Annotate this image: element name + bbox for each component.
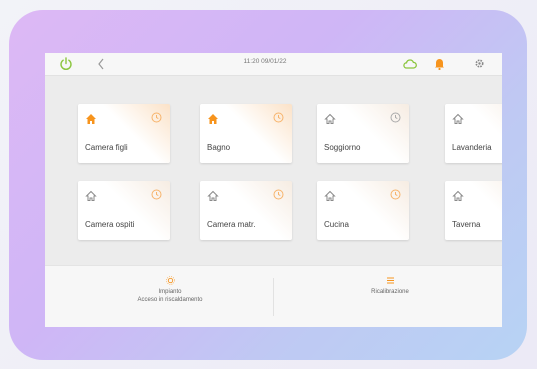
room-card-soggiorno[interactable]: Soggiorno bbox=[317, 104, 409, 163]
clock-icon bbox=[273, 112, 284, 123]
room-card-camera-figli[interactable]: Camera figli bbox=[78, 104, 170, 163]
back-icon[interactable] bbox=[96, 57, 106, 71]
room-card-cucina[interactable]: Cucina bbox=[317, 181, 409, 240]
room-name: Soggiorno bbox=[324, 143, 361, 152]
ricalibrazione-button[interactable]: Ricalibrazione bbox=[335, 276, 445, 296]
home-icon bbox=[207, 190, 219, 201]
room-card-bagno[interactable]: Bagno bbox=[200, 104, 292, 163]
room-name: Camera ospiti bbox=[85, 220, 135, 229]
clock-icon bbox=[273, 189, 284, 200]
home-icon bbox=[86, 114, 96, 124]
rooms-grid: Camera figli Bagno Soggiorno Lavanderia … bbox=[45, 75, 502, 265]
clock-icon bbox=[151, 189, 162, 200]
home-icon bbox=[324, 113, 336, 124]
room-card-taverna[interactable]: Taverna bbox=[445, 181, 502, 240]
gear-icon[interactable] bbox=[474, 58, 485, 69]
datetime-display: 11:20 09/01/22 bbox=[243, 58, 287, 65]
room-card-camera-matr[interactable]: Camera matr. bbox=[200, 181, 292, 240]
divider bbox=[273, 278, 274, 316]
home-icon bbox=[208, 114, 218, 124]
home-icon bbox=[324, 190, 336, 201]
impianto-status: Acceso in riscaldamento bbox=[137, 297, 203, 303]
thermostat-screen: 11:20 09/01/22 Camera figli Bagno Soggio… bbox=[45, 53, 502, 327]
ricalibrazione-label: Ricalibrazione bbox=[371, 289, 409, 295]
room-name: Taverna bbox=[452, 220, 481, 229]
room-name: Camera matr. bbox=[207, 220, 256, 229]
room-card-camera-ospiti[interactable]: Camera ospiti bbox=[78, 181, 170, 240]
menu-icon bbox=[386, 277, 394, 284]
sun-icon bbox=[165, 276, 175, 285]
room-name: Lavanderia bbox=[452, 143, 492, 152]
power-icon[interactable] bbox=[59, 57, 73, 71]
home-icon bbox=[452, 190, 464, 201]
top-bar: 11:20 09/01/22 bbox=[45, 53, 502, 76]
impianto-button[interactable]: Impianto Acceso in riscaldamento bbox=[115, 276, 225, 304]
cloud-icon[interactable] bbox=[403, 58, 417, 70]
room-name: Camera figli bbox=[85, 143, 128, 152]
home-icon bbox=[452, 113, 464, 124]
bottom-bar: Impianto Acceso in riscaldamento Ricalib… bbox=[45, 265, 502, 327]
home-icon bbox=[85, 190, 97, 201]
clock-icon bbox=[151, 112, 162, 123]
impianto-label: Impianto bbox=[158, 289, 182, 295]
room-card-lavanderia[interactable]: Lavanderia bbox=[445, 104, 502, 163]
bell-icon[interactable] bbox=[434, 57, 445, 70]
clock-icon bbox=[390, 189, 401, 200]
clock-icon bbox=[390, 112, 401, 123]
room-name: Cucina bbox=[324, 220, 349, 229]
room-name: Bagno bbox=[207, 143, 231, 152]
